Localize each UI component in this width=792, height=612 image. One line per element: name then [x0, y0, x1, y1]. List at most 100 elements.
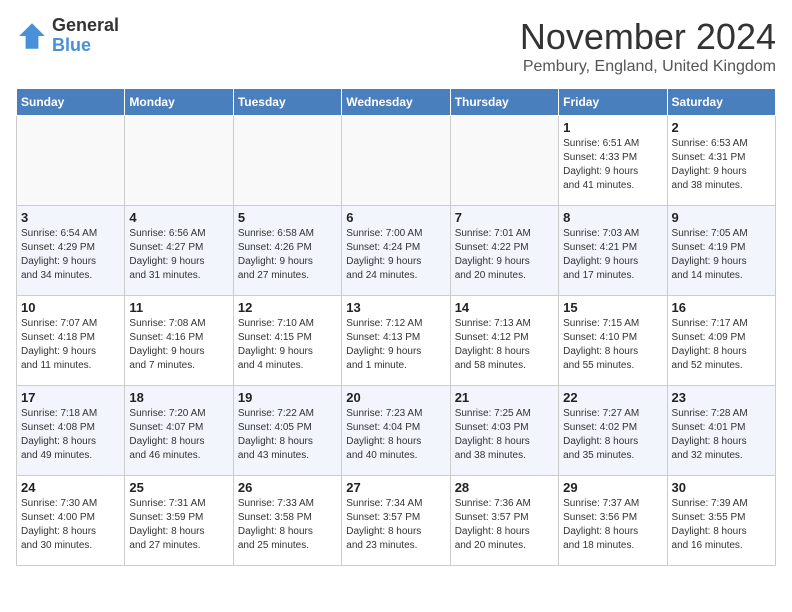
day-info: Sunrise: 6:53 AM Sunset: 4:31 PM Dayligh…: [672, 137, 771, 193]
weekday-sunday: Sunday: [17, 89, 125, 116]
day-number: 27: [346, 480, 445, 495]
day-info: Sunrise: 7:08 AM Sunset: 4:16 PM Dayligh…: [129, 317, 228, 373]
day-info: Sunrise: 6:58 AM Sunset: 4:26 PM Dayligh…: [238, 227, 337, 283]
day-info: Sunrise: 7:39 AM Sunset: 3:55 PM Dayligh…: [672, 497, 771, 553]
calendar-cell: 2 Sunrise: 6:53 AM Sunset: 4:31 PM Daylig…: [667, 116, 775, 206]
day-number: 2: [672, 120, 771, 135]
day-number: 30: [672, 480, 771, 495]
day-info: Sunrise: 7:10 AM Sunset: 4:15 PM Dayligh…: [238, 317, 337, 373]
day-number: 26: [238, 480, 337, 495]
calendar-table: SundayMondayTuesdayWednesdayThursdayFrid…: [16, 88, 776, 566]
calendar-cell: 26 Sunrise: 7:33 AM Sunset: 3:58 PM Dayli…: [233, 476, 341, 566]
calendar-cell: [125, 116, 233, 206]
day-info: Sunrise: 6:56 AM Sunset: 4:27 PM Dayligh…: [129, 227, 228, 283]
weekday-header-row: SundayMondayTuesdayWednesdayThursdayFrid…: [17, 89, 776, 116]
calendar-cell: [342, 116, 450, 206]
day-number: 10: [21, 300, 120, 315]
calendar-cell: 4 Sunrise: 6:56 AM Sunset: 4:27 PM Daylig…: [125, 206, 233, 296]
day-info: Sunrise: 7:20 AM Sunset: 4:07 PM Dayligh…: [129, 407, 228, 463]
calendar-cell: 11 Sunrise: 7:08 AM Sunset: 4:16 PM Dayli…: [125, 296, 233, 386]
day-number: 24: [21, 480, 120, 495]
week-row-1: 1 Sunrise: 6:51 AM Sunset: 4:33 PM Daylig…: [17, 116, 776, 206]
calendar-cell: 7 Sunrise: 7:01 AM Sunset: 4:22 PM Daylig…: [450, 206, 558, 296]
day-number: 22: [563, 390, 662, 405]
calendar-cell: 12Sunrise: 7:10 AM Sunset: 4:15 PM Dayli…: [233, 296, 341, 386]
day-info: Sunrise: 7:22 AM Sunset: 4:05 PM Dayligh…: [238, 407, 337, 463]
day-info: Sunrise: 7:36 AM Sunset: 3:57 PM Dayligh…: [455, 497, 554, 553]
day-number: 23: [672, 390, 771, 405]
calendar-cell: 24 Sunrise: 7:30 AM Sunset: 4:00 PM Dayli…: [17, 476, 125, 566]
day-number: 6: [346, 210, 445, 225]
calendar-body: 1 Sunrise: 6:51 AM Sunset: 4:33 PM Daylig…: [17, 116, 776, 566]
day-info: Sunrise: 7:30 AM Sunset: 4:00 PM Dayligh…: [21, 497, 120, 553]
calendar-cell: 21Sunrise: 7:25 AM Sunset: 4:03 PM Dayli…: [450, 386, 558, 476]
calendar-cell: [233, 116, 341, 206]
day-number: 13: [346, 300, 445, 315]
day-info: Sunrise: 7:12 AM Sunset: 4:13 PM Dayligh…: [346, 317, 445, 373]
day-info: Sunrise: 7:17 AM Sunset: 4:09 PM Dayligh…: [672, 317, 771, 373]
header: General Blue November 2024 Pembury, Engl…: [16, 16, 776, 76]
calendar-cell: 28 Sunrise: 7:36 AM Sunset: 3:57 PM Dayli…: [450, 476, 558, 566]
calendar-cell: 10Sunrise: 7:07 AM Sunset: 4:18 PM Dayli…: [17, 296, 125, 386]
day-number: 29: [563, 480, 662, 495]
calendar-cell: 6Sunrise: 7:00 AM Sunset: 4:24 PM Daylig…: [342, 206, 450, 296]
week-row-3: 10Sunrise: 7:07 AM Sunset: 4:18 PM Dayli…: [17, 296, 776, 386]
calendar-cell: 14Sunrise: 7:13 AM Sunset: 4:12 PM Dayli…: [450, 296, 558, 386]
week-row-5: 24 Sunrise: 7:30 AM Sunset: 4:00 PM Dayli…: [17, 476, 776, 566]
logo-line1: General: [52, 16, 119, 36]
day-number: 28: [455, 480, 554, 495]
calendar-cell: 18 Sunrise: 7:20 AM Sunset: 4:07 PM Dayli…: [125, 386, 233, 476]
day-info: Sunrise: 7:01 AM Sunset: 4:22 PM Dayligh…: [455, 227, 554, 283]
day-info: Sunrise: 6:54 AM Sunset: 4:29 PM Dayligh…: [21, 227, 120, 283]
day-number: 18: [129, 390, 228, 405]
calendar-cell: 25 Sunrise: 7:31 AM Sunset: 3:59 PM Dayli…: [125, 476, 233, 566]
day-number: 11: [129, 300, 228, 315]
calendar-cell: 20Sunrise: 7:23 AM Sunset: 4:04 PM Dayli…: [342, 386, 450, 476]
day-info: Sunrise: 7:27 AM Sunset: 4:02 PM Dayligh…: [563, 407, 662, 463]
day-info: Sunrise: 7:31 AM Sunset: 3:59 PM Dayligh…: [129, 497, 228, 553]
day-info: Sunrise: 6:51 AM Sunset: 4:33 PM Dayligh…: [563, 137, 662, 193]
calendar-cell: 5 Sunrise: 6:58 AM Sunset: 4:26 PM Daylig…: [233, 206, 341, 296]
logo-line2: Blue: [52, 36, 119, 56]
calendar-cell: 3Sunrise: 6:54 AM Sunset: 4:29 PM Daylig…: [17, 206, 125, 296]
day-number: 5: [238, 210, 337, 225]
weekday-saturday: Saturday: [667, 89, 775, 116]
calendar-cell: 19Sunrise: 7:22 AM Sunset: 4:05 PM Dayli…: [233, 386, 341, 476]
day-number: 15: [563, 300, 662, 315]
calendar-cell: 30 Sunrise: 7:39 AM Sunset: 3:55 PM Dayli…: [667, 476, 775, 566]
day-info: Sunrise: 7:03 AM Sunset: 4:21 PM Dayligh…: [563, 227, 662, 283]
calendar-cell: [17, 116, 125, 206]
day-number: 17: [21, 390, 120, 405]
weekday-thursday: Thursday: [450, 89, 558, 116]
main-title: November 2024: [520, 16, 776, 58]
day-number: 25: [129, 480, 228, 495]
calendar-cell: 17 Sunrise: 7:18 AM Sunset: 4:08 PM Dayli…: [17, 386, 125, 476]
day-info: Sunrise: 7:34 AM Sunset: 3:57 PM Dayligh…: [346, 497, 445, 553]
day-info: Sunrise: 7:33 AM Sunset: 3:58 PM Dayligh…: [238, 497, 337, 553]
calendar-cell: 22 Sunrise: 7:27 AM Sunset: 4:02 PM Dayli…: [559, 386, 667, 476]
weekday-friday: Friday: [559, 89, 667, 116]
day-number: 9: [672, 210, 771, 225]
calendar-cell: 23Sunrise: 7:28 AM Sunset: 4:01 PM Dayli…: [667, 386, 775, 476]
day-number: 20: [346, 390, 445, 405]
day-number: 1: [563, 120, 662, 135]
day-info: Sunrise: 7:25 AM Sunset: 4:03 PM Dayligh…: [455, 407, 554, 463]
title-section: November 2024 Pembury, England, United K…: [520, 16, 776, 76]
calendar-cell: 13 Sunrise: 7:12 AM Sunset: 4:13 PM Dayli…: [342, 296, 450, 386]
day-number: 16: [672, 300, 771, 315]
calendar-cell: 9 Sunrise: 7:05 AM Sunset: 4:19 PM Daylig…: [667, 206, 775, 296]
calendar-cell: 29 Sunrise: 7:37 AM Sunset: 3:56 PM Dayli…: [559, 476, 667, 566]
calendar-cell: 27 Sunrise: 7:34 AM Sunset: 3:57 PM Dayli…: [342, 476, 450, 566]
day-number: 4: [129, 210, 228, 225]
day-info: Sunrise: 7:05 AM Sunset: 4:19 PM Dayligh…: [672, 227, 771, 283]
day-info: Sunrise: 7:37 AM Sunset: 3:56 PM Dayligh…: [563, 497, 662, 553]
day-number: 7: [455, 210, 554, 225]
logo-icon: [16, 20, 48, 52]
weekday-tuesday: Tuesday: [233, 89, 341, 116]
week-row-2: 3Sunrise: 6:54 AM Sunset: 4:29 PM Daylig…: [17, 206, 776, 296]
week-row-4: 17 Sunrise: 7:18 AM Sunset: 4:08 PM Dayli…: [17, 386, 776, 476]
calendar-cell: 15Sunrise: 7:15 AM Sunset: 4:10 PM Dayli…: [559, 296, 667, 386]
calendar-cell: 1 Sunrise: 6:51 AM Sunset: 4:33 PM Daylig…: [559, 116, 667, 206]
day-info: Sunrise: 7:13 AM Sunset: 4:12 PM Dayligh…: [455, 317, 554, 373]
day-info: Sunrise: 7:18 AM Sunset: 4:08 PM Dayligh…: [21, 407, 120, 463]
